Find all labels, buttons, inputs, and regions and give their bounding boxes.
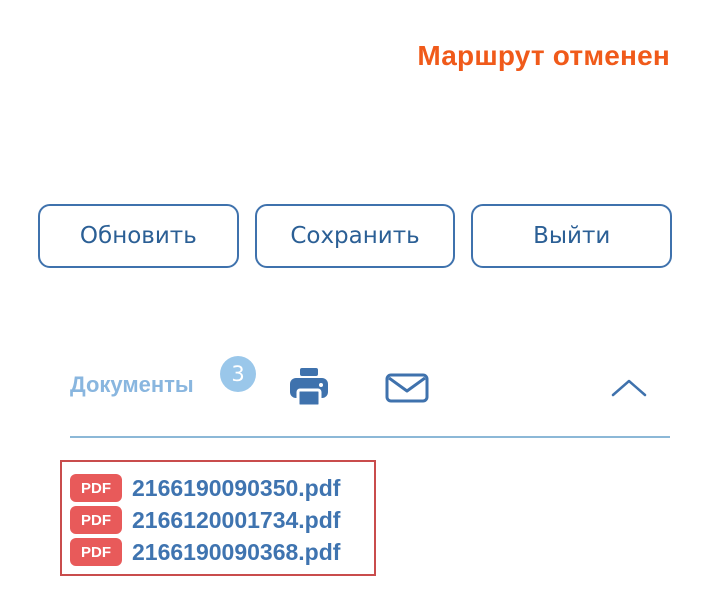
document-item[interactable]: PDF 2166120001734.pdf <box>70 504 374 536</box>
print-icon <box>290 368 328 408</box>
chevron-up-icon <box>611 379 647 397</box>
action-buttons: Обновить Сохранить Выйти <box>38 204 673 268</box>
save-button[interactable]: Сохранить <box>254 204 456 268</box>
documents-title: Документы <box>70 372 194 397</box>
collapse-documents-button[interactable] <box>604 364 654 412</box>
document-item[interactable]: PDF 2166190090350.pdf <box>70 472 374 504</box>
pdf-file-icon: PDF <box>70 506 122 534</box>
route-status-text: Маршрут отменен <box>417 40 670 71</box>
pdf-file-icon: PDF <box>70 474 122 502</box>
print-button[interactable] <box>284 364 334 412</box>
documents-header: Документы 3 <box>70 352 670 438</box>
mail-icon <box>385 373 429 403</box>
documents-list: PDF 2166190090350.pdf PDF 2166120001734.… <box>60 460 376 576</box>
route-panel: Маршрут отменен Обновить Сохранить Выйти… <box>0 0 724 598</box>
exit-button[interactable]: Выйти <box>471 204 673 268</box>
document-link[interactable]: 2166120001734.pdf <box>132 508 340 532</box>
document-link[interactable]: 2166190090350.pdf <box>132 476 340 500</box>
pdf-file-icon: PDF <box>70 538 122 566</box>
documents-count-badge: 3 <box>220 356 256 392</box>
mail-button[interactable] <box>382 364 432 412</box>
refresh-button[interactable]: Обновить <box>38 204 239 268</box>
document-item[interactable]: PDF 2166190090368.pdf <box>70 536 374 568</box>
document-link[interactable]: 2166190090368.pdf <box>132 540 340 564</box>
